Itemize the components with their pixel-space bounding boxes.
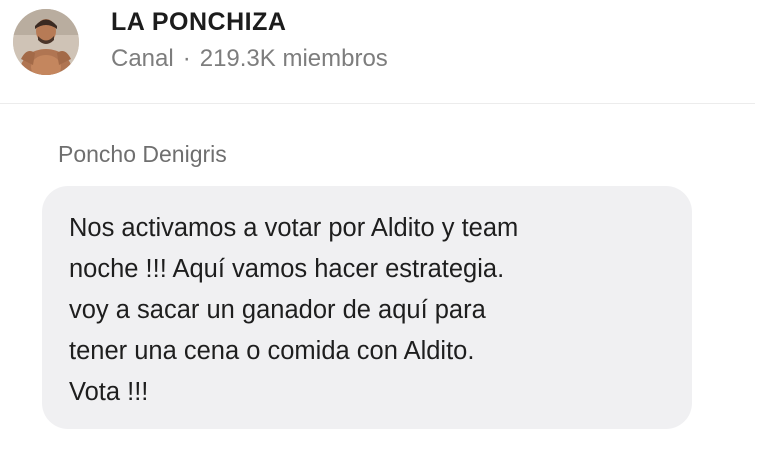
header-divider bbox=[0, 103, 755, 104]
channel-info: Canal · 219.3K miembros bbox=[111, 45, 388, 73]
meta-separator: · bbox=[182, 45, 191, 72]
channel-title[interactable]: LA PONCHIZA bbox=[111, 8, 286, 37]
channel-avatar[interactable] bbox=[13, 9, 79, 75]
member-count: 219.3K miembros bbox=[199, 45, 388, 72]
channel-type: Canal bbox=[111, 45, 174, 72]
message-bubble[interactable]: Nos activamos a votar por Aldito y team … bbox=[42, 186, 692, 429]
avatar-photo-icon bbox=[13, 9, 79, 75]
message-text: Nos activamos a votar por Aldito y team … bbox=[69, 214, 519, 406]
message-sender[interactable]: Poncho Denigris bbox=[58, 141, 227, 168]
channel-header[interactable]: LA PONCHIZA Canal · 219.3K miembros bbox=[0, 0, 777, 103]
